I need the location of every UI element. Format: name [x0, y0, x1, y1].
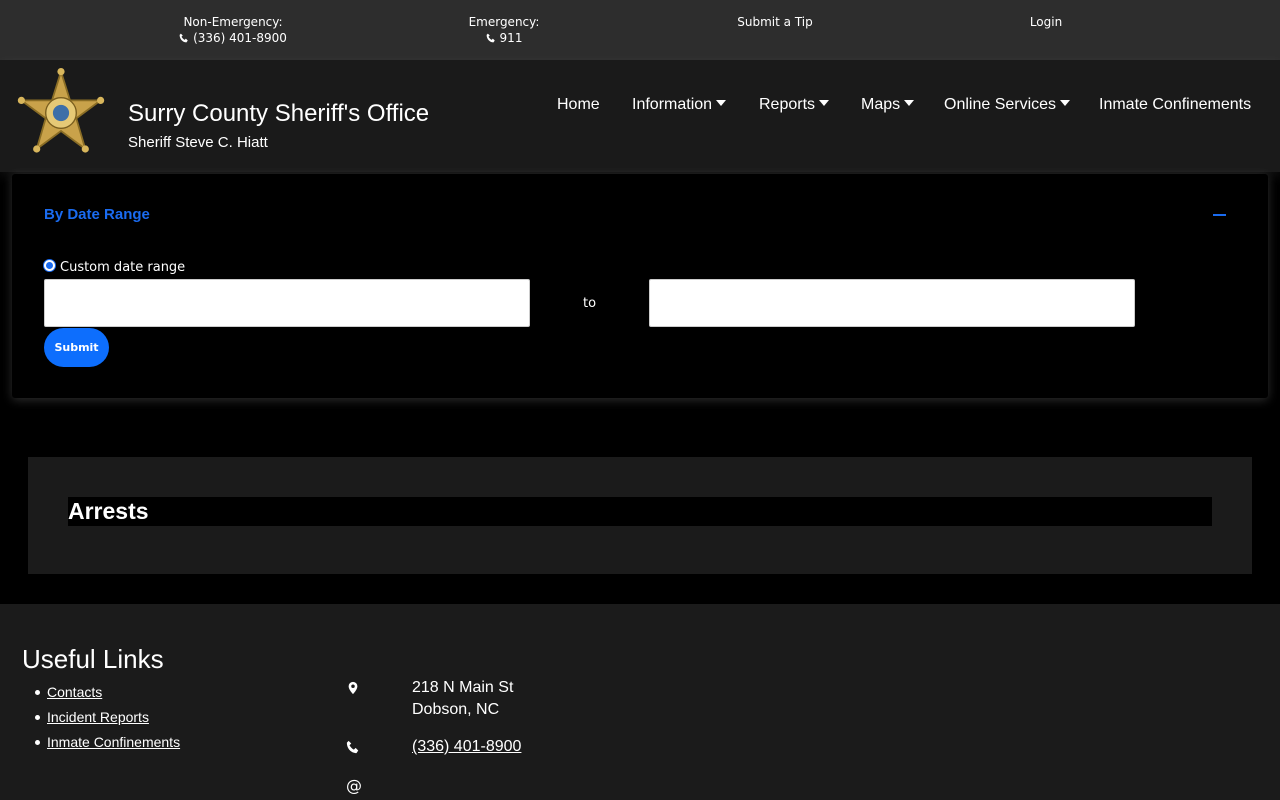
nav-reports[interactable]: Reports	[759, 96, 830, 114]
caret-down-icon	[819, 100, 830, 106]
site-subtitle: Sheriff Steve C. Hiatt	[128, 134, 268, 151]
phone-icon	[486, 33, 495, 43]
emergency-contact: Emergency: 911	[464, 14, 544, 46]
nav-home[interactable]: Home	[557, 96, 600, 114]
custom-date-range-radio[interactable]	[43, 259, 56, 272]
nav-maps[interactable]: Maps	[861, 96, 915, 114]
list-item: Incident Reports	[34, 705, 180, 730]
list-item: Contacts	[34, 680, 180, 705]
emergency-label: Emergency:	[468, 15, 540, 29]
login-link[interactable]: Login	[1020, 14, 1072, 30]
phone-icon	[179, 33, 188, 43]
non-emergency-phone[interactable]: (336) 401-8900	[193, 31, 287, 45]
nav-inmate-confinements[interactable]: Inmate Confinements	[1099, 96, 1251, 114]
useful-links-list: Contacts Incident Reports Inmate Confine…	[34, 680, 180, 755]
start-date-input[interactable]	[44, 279, 530, 327]
submit-tip-link[interactable]: Submit a Tip	[730, 14, 820, 30]
to-label: to	[583, 296, 597, 311]
caret-down-icon	[904, 100, 915, 106]
arrests-title: Arrests	[68, 498, 149, 524]
caret-down-icon	[1060, 100, 1071, 106]
map-marker-icon	[348, 681, 358, 695]
emergency-phone[interactable]: 911	[500, 31, 523, 45]
inmate-confinements-link[interactable]: Inmate Confinements	[47, 734, 180, 750]
caret-down-icon	[716, 100, 727, 106]
non-emergency-label: Non-Emergency:	[183, 15, 283, 29]
arrests-header-bar: Arrests	[68, 497, 1212, 526]
date-range-panel: By Date Range Custom date range to Submi…	[12, 174, 1268, 398]
list-item: Inmate Confinements	[34, 730, 180, 755]
custom-date-range-option[interactable]: Custom date range	[43, 259, 185, 275]
date-range-title[interactable]: By Date Range	[44, 206, 150, 223]
site-title[interactable]: Surry County Sheriff's Office	[128, 100, 429, 128]
nav-information[interactable]: Information	[632, 96, 727, 114]
address-line-2: Dobson, NC	[412, 701, 500, 718]
site-header: Surry County Sheriff's Office Sheriff St…	[0, 60, 1280, 172]
top-utility-bar: Non-Emergency: (336) 401-8900 Emergency:…	[0, 0, 1280, 60]
address: 218 N Main St Dobson, NC	[412, 677, 513, 721]
useful-links-title: Useful Links	[22, 644, 164, 674]
submit-button[interactable]: Submit	[44, 328, 109, 367]
sheriff-star-badge-icon[interactable]	[14, 68, 108, 158]
footer-phone-link[interactable]: (336) 401-8900	[412, 738, 521, 755]
address-line-1: 218 N Main St	[412, 679, 514, 696]
arrests-section: Arrests	[28, 457, 1252, 574]
site-footer: Useful Links Contacts Incident Reports I…	[0, 604, 1280, 800]
end-date-input[interactable]	[649, 279, 1135, 327]
nav-online-services[interactable]: Online Services	[944, 96, 1071, 114]
custom-date-range-label: Custom date range	[60, 260, 186, 275]
incident-reports-link[interactable]: Incident Reports	[47, 709, 149, 725]
collapse-minus-icon[interactable]	[1213, 214, 1226, 216]
email-at-icon: @	[346, 776, 362, 795]
contacts-link[interactable]: Contacts	[47, 684, 102, 700]
phone-icon	[346, 740, 359, 754]
non-emergency-contact: Non-Emergency: (336) 401-8900	[178, 14, 288, 46]
